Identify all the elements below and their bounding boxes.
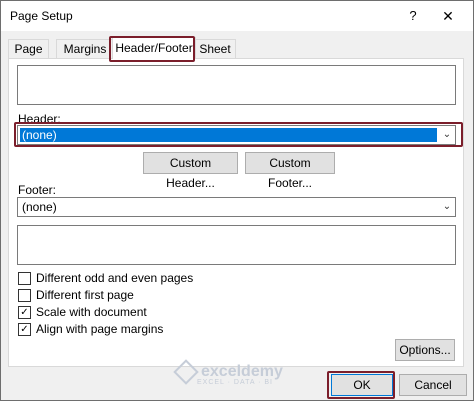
watermark-tagline: EXCEL · DATA · BI [197, 379, 273, 387]
custom-header-button[interactable]: Custom Header... [143, 152, 238, 190]
header-preview [17, 65, 456, 105]
checkbox-odd-even-box[interactable] [18, 272, 31, 285]
checkbox-scale-label: Scale with document [36, 305, 147, 319]
options-button[interactable]: Options... [395, 339, 455, 361]
page-setup-dialog: Page Setup ? ✕ Page Margins Header/Foote… [0, 0, 474, 401]
header-footer-panel: Header: (none) ⌄ Custom Header... Custom… [8, 58, 464, 367]
checkmark-icon[interactable]: ✓ [18, 323, 31, 336]
checkbox-align-label: Align with page margins [36, 322, 164, 336]
chevron-down-icon: ⌄ [442, 129, 452, 140]
tab-header-footer[interactable]: Header/Footer [112, 37, 196, 59]
header-dropdown-value: (none) [20, 128, 437, 142]
title-bar: Page Setup ? ✕ [1, 1, 473, 31]
header-dropdown[interactable]: (none) ⌄ [17, 125, 456, 145]
checkbox-first-page-box[interactable] [18, 289, 31, 302]
close-button[interactable]: ✕ [433, 6, 463, 26]
checkmark-icon[interactable]: ✓ [18, 306, 31, 319]
footer-preview [17, 225, 456, 265]
checkbox-odd-even-label: Different odd and even pages [36, 271, 194, 285]
help-button[interactable]: ? [399, 6, 427, 26]
header-label: Header: [18, 112, 61, 126]
custom-footer-button[interactable]: Custom Footer... [245, 152, 335, 190]
tab-page[interactable]: Page [8, 39, 49, 58]
footer-dropdown[interactable]: (none) ⌄ [17, 197, 456, 217]
tab-margins[interactable]: Margins [56, 39, 114, 58]
exceldemy-watermark: exceldemy EXCEL · DATA · BI [173, 359, 283, 387]
checkbox-first-page-label: Different first page [36, 288, 134, 302]
exceldemy-logo-icon [173, 359, 199, 385]
ok-button[interactable]: OK [331, 374, 393, 396]
cancel-button[interactable]: Cancel [399, 374, 467, 396]
footer-label: Footer: [18, 183, 57, 197]
chevron-down-icon: ⌄ [442, 201, 452, 212]
watermark-brand: exceldemy [201, 363, 283, 381]
footer-dropdown-value: (none) [22, 200, 57, 214]
tab-sheet[interactable]: Sheet [194, 39, 236, 58]
window-title: Page Setup [10, 9, 73, 23]
